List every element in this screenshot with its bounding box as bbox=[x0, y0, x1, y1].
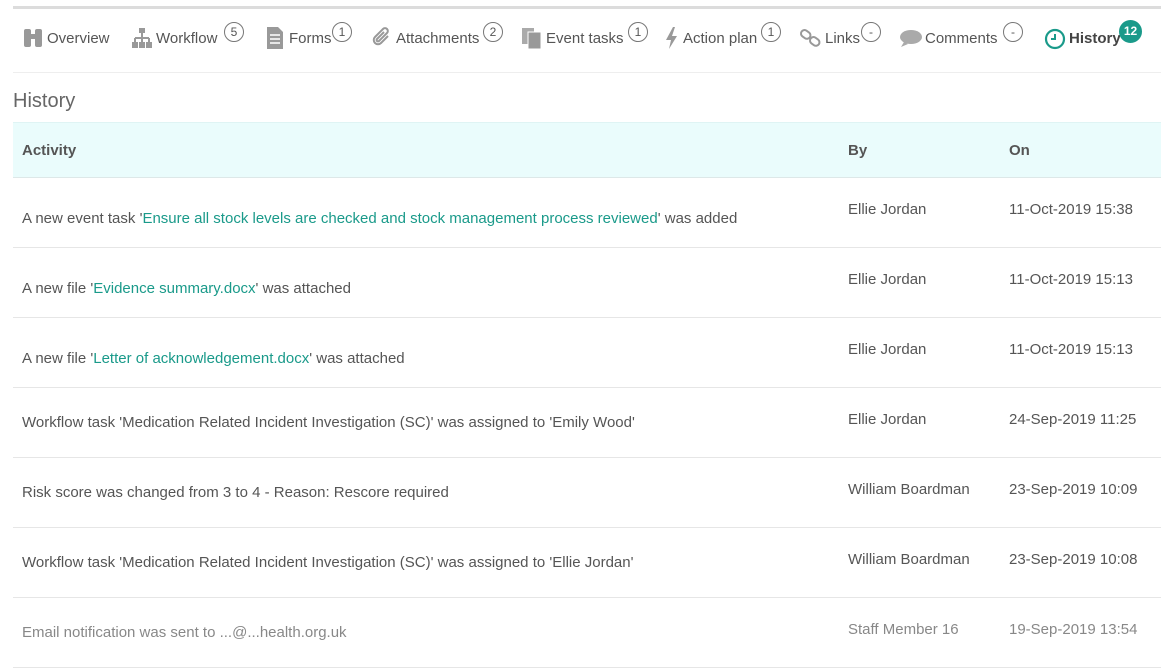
tab-label: Workflow bbox=[156, 29, 218, 47]
activity-text: A new event task ' bbox=[22, 210, 143, 227]
tab-label: Comments bbox=[925, 29, 998, 47]
on-cell: 11-Oct-2019 15:13 bbox=[1009, 341, 1133, 358]
by-cell: Ellie Jordan bbox=[848, 271, 927, 288]
activity-text: A new file ' bbox=[22, 350, 94, 367]
activity-text: ' was added bbox=[657, 210, 738, 227]
tab-action-plan[interactable]: Action plan 1 bbox=[663, 22, 781, 52]
activity-text: ' was attached bbox=[309, 350, 405, 367]
tab-bar: Overview Workflow 5 Forms 1 Attachments … bbox=[13, 14, 1161, 73]
table-row: A new file 'Letter of acknowledgement.do… bbox=[13, 318, 1161, 388]
top-divider bbox=[13, 6, 1161, 9]
tasks-icon bbox=[520, 26, 544, 50]
tab-badge: 12 bbox=[1119, 20, 1142, 43]
tab-label: Forms bbox=[289, 29, 332, 47]
tab-links[interactable]: Links - bbox=[799, 22, 881, 52]
history-table: Activity By On A new event task 'Ensure … bbox=[13, 122, 1161, 668]
activity-cell: A new file 'Evidence summary.docx' was a… bbox=[13, 248, 839, 318]
tab-attachments[interactable]: Attachments 2 bbox=[370, 22, 503, 52]
binoculars-icon bbox=[21, 26, 45, 50]
tab-forms[interactable]: Forms 1 bbox=[263, 22, 352, 52]
on-cell: 23-Sep-2019 10:09 bbox=[1009, 481, 1138, 498]
table-row: Risk score was changed from 3 to 4 - Rea… bbox=[13, 458, 1161, 528]
on-cell: 19-Sep-2019 13:54 bbox=[1009, 621, 1138, 638]
tab-badge: 1 bbox=[332, 22, 352, 42]
activity-text: A new file ' bbox=[22, 280, 94, 297]
link-icon bbox=[799, 26, 823, 50]
activity-cell: Workflow task 'Medication Related Incide… bbox=[22, 554, 634, 571]
on-cell: 11-Oct-2019 15:38 bbox=[1009, 201, 1133, 218]
tab-label: Event tasks bbox=[546, 29, 624, 47]
paperclip-icon bbox=[370, 26, 394, 50]
tab-history[interactable]: History 12 bbox=[1043, 20, 1142, 52]
tab-event-tasks[interactable]: Event tasks 1 bbox=[520, 22, 648, 52]
on-cell: 24-Sep-2019 11:25 bbox=[1009, 411, 1137, 428]
activity-text: ' was attached bbox=[255, 280, 351, 297]
on-cell: 23-Sep-2019 10:08 bbox=[1009, 551, 1138, 568]
activity-cell: Workflow task 'Medication Related Incide… bbox=[22, 414, 635, 431]
activity-link[interactable]: Evidence summary.docx bbox=[93, 280, 255, 297]
workflow-icon bbox=[130, 26, 154, 50]
column-header-activity: Activity bbox=[13, 122, 839, 178]
tab-label: Action plan bbox=[683, 29, 758, 47]
by-cell: Ellie Jordan bbox=[848, 411, 927, 428]
lightning-icon bbox=[663, 26, 681, 50]
tab-label: Links bbox=[825, 29, 861, 47]
table-row: Workflow task 'Medication Related Incide… bbox=[13, 528, 1161, 598]
activity-cell: Risk score was changed from 3 to 4 - Rea… bbox=[22, 484, 449, 501]
on-cell: 11-Oct-2019 15:13 bbox=[1009, 271, 1133, 288]
activity-cell: A new event task 'Ensure all stock level… bbox=[13, 178, 839, 248]
table-row: Email notification was sent to ...@...he… bbox=[13, 598, 1161, 668]
activity-cell: Email notification was sent to ...@...he… bbox=[22, 624, 347, 641]
column-header-by: By bbox=[839, 122, 1000, 178]
column-header-on: On bbox=[1000, 122, 1161, 178]
activity-link[interactable]: Ensure all stock levels are checked and … bbox=[142, 210, 657, 227]
by-cell: Ellie Jordan bbox=[848, 201, 927, 218]
tab-badge: 2 bbox=[483, 22, 503, 42]
table-row: Workflow task 'Medication Related Incide… bbox=[13, 388, 1161, 458]
table-row: A new event task 'Ensure all stock level… bbox=[13, 178, 1161, 248]
form-icon bbox=[263, 26, 287, 50]
tab-overview[interactable]: Overview bbox=[21, 24, 110, 52]
tab-badge: - bbox=[861, 22, 881, 42]
tab-badge: 5 bbox=[224, 22, 244, 42]
tab-label: Overview bbox=[47, 29, 110, 47]
by-cell: Ellie Jordan bbox=[848, 341, 927, 358]
tab-badge: 1 bbox=[761, 22, 781, 42]
by-cell: Staff Member 16 bbox=[848, 621, 959, 638]
table-header-row: Activity By On bbox=[13, 122, 1161, 178]
section-title: History bbox=[13, 90, 76, 112]
activity-cell: A new file 'Letter of acknowledgement.do… bbox=[13, 318, 839, 388]
tab-badge: - bbox=[1003, 22, 1023, 42]
table-row: A new file 'Evidence summary.docx' was a… bbox=[13, 248, 1161, 318]
by-cell: William Boardman bbox=[848, 481, 970, 498]
tab-label: Attachments bbox=[396, 29, 480, 47]
comment-icon bbox=[899, 26, 923, 50]
tab-workflow[interactable]: Workflow 5 bbox=[130, 22, 244, 52]
tab-comments[interactable]: Comments - bbox=[899, 22, 1023, 52]
tab-label: History bbox=[1069, 29, 1121, 47]
by-cell: William Boardman bbox=[848, 551, 970, 568]
activity-link[interactable]: Letter of acknowledgement.docx bbox=[93, 350, 309, 367]
tab-badge: 1 bbox=[628, 22, 648, 42]
clock-icon bbox=[1043, 26, 1067, 50]
